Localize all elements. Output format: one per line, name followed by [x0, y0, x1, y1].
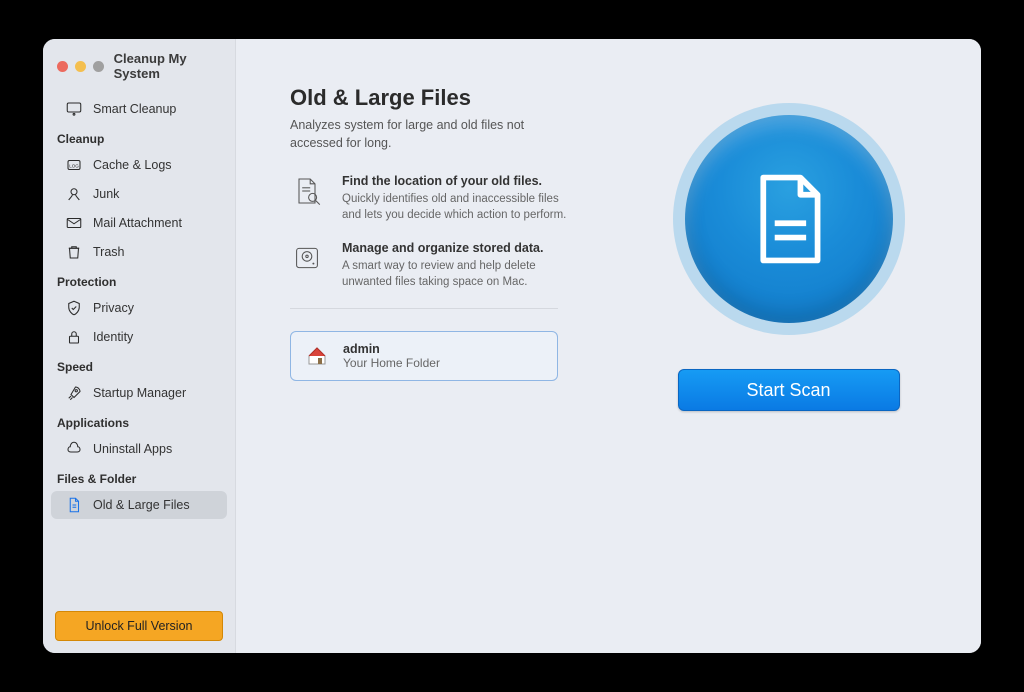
feature-manage-data: Manage and organize stored data. A smart…: [290, 241, 596, 290]
log-icon: LOG: [65, 156, 83, 174]
sidebar-item-uninstall-apps[interactable]: Uninstall Apps: [51, 435, 227, 463]
close-window-button[interactable]: [57, 61, 68, 72]
sidebar-item-label: Old & Large Files: [93, 498, 190, 512]
trash-icon: [65, 243, 83, 261]
document-search-icon: [290, 174, 324, 208]
feature-body: Quickly identifies old and inaccessible …: [342, 191, 572, 223]
lock-icon: [65, 328, 83, 346]
sidebar-section-files-folder: Files & Folder: [43, 464, 235, 490]
sidebar-item-label: Junk: [93, 187, 119, 201]
divider: [290, 308, 558, 309]
unlock-label: Unlock Full Version: [86, 619, 193, 633]
zoom-window-button[interactable]: [93, 61, 104, 72]
sidebar-item-identity[interactable]: Identity: [51, 323, 227, 351]
content-column: Old & Large Files Analyzes system for la…: [236, 39, 596, 653]
svg-text:LOG: LOG: [69, 163, 79, 168]
junk-icon: [65, 185, 83, 203]
start-scan-label: Start Scan: [746, 380, 830, 401]
home-icon: [305, 344, 329, 368]
sidebar-item-label: Mail Attachment: [93, 216, 182, 230]
sidebar-item-startup-manager[interactable]: Startup Manager: [51, 379, 227, 407]
sidebar-item-label: Trash: [93, 245, 125, 259]
sidebar-item-label: Cache & Logs: [93, 158, 172, 172]
right-column: Start Scan: [596, 39, 981, 653]
sidebar-item-privacy[interactable]: Privacy: [51, 294, 227, 322]
sidebar-section-speed: Speed: [43, 352, 235, 378]
feature-heading: Find the location of your old files.: [342, 174, 572, 188]
sidebar-section-applications: Applications: [43, 408, 235, 434]
feature-graphic: [685, 115, 893, 323]
disk-icon: [290, 241, 324, 275]
feature-body: A smart way to review and help delete un…: [342, 258, 572, 290]
sidebar-item-label: Privacy: [93, 301, 134, 315]
sidebar-item-cache-logs[interactable]: LOG Cache & Logs: [51, 151, 227, 179]
feature-find-location: Find the location of your old files. Qui…: [290, 174, 596, 223]
start-scan-button[interactable]: Start Scan: [678, 369, 900, 411]
sidebar-item-label: Smart Cleanup: [93, 102, 176, 116]
main-content: Old & Large Files Analyzes system for la…: [236, 39, 981, 653]
window-controls: Cleanup My System: [43, 49, 235, 95]
folder-desc: Your Home Folder: [343, 356, 440, 370]
sidebar-item-label: Identity: [93, 330, 133, 344]
sidebar-item-mail-attachment[interactable]: Mail Attachment: [51, 209, 227, 237]
page-title: Old & Large Files: [290, 85, 596, 111]
sidebar-item-old-large-files[interactable]: Old & Large Files: [51, 491, 227, 519]
mail-icon: [65, 214, 83, 232]
sidebar-nav: Smart Cleanup Cleanup LOG Cache & Logs J…: [43, 95, 235, 611]
sidebar-item-label: Uninstall Apps: [93, 442, 172, 456]
file-icon: [65, 496, 83, 514]
rocket-icon: [65, 384, 83, 402]
folder-text: admin Your Home Folder: [343, 342, 440, 370]
app-window: Cleanup My System Smart Cleanup Cleanup …: [43, 39, 981, 653]
page-subtitle: Analyzes system for large and old files …: [290, 117, 570, 152]
app-title: Cleanup My System: [114, 51, 235, 81]
feature-text: Manage and organize stored data. A smart…: [342, 241, 572, 290]
minimize-window-button[interactable]: [75, 61, 86, 72]
shield-icon: [65, 299, 83, 317]
feature-text: Find the location of your old files. Qui…: [342, 174, 572, 223]
sidebar-section-protection: Protection: [43, 267, 235, 293]
sidebar-item-trash[interactable]: Trash: [51, 238, 227, 266]
unlock-full-version-button[interactable]: Unlock Full Version: [55, 611, 223, 641]
large-file-icon: [744, 169, 834, 269]
apps-icon: [65, 440, 83, 458]
folder-name: admin: [343, 342, 440, 356]
sidebar-item-label: Startup Manager: [93, 386, 186, 400]
feature-heading: Manage and organize stored data.: [342, 241, 572, 255]
sidebar-section-cleanup: Cleanup: [43, 124, 235, 150]
sidebar: Cleanup My System Smart Cleanup Cleanup …: [43, 39, 236, 653]
sidebar-item-junk[interactable]: Junk: [51, 180, 227, 208]
home-folder-card[interactable]: admin Your Home Folder: [290, 331, 558, 381]
monitor-icon: [65, 100, 83, 118]
sidebar-item-smart-cleanup[interactable]: Smart Cleanup: [51, 95, 227, 123]
